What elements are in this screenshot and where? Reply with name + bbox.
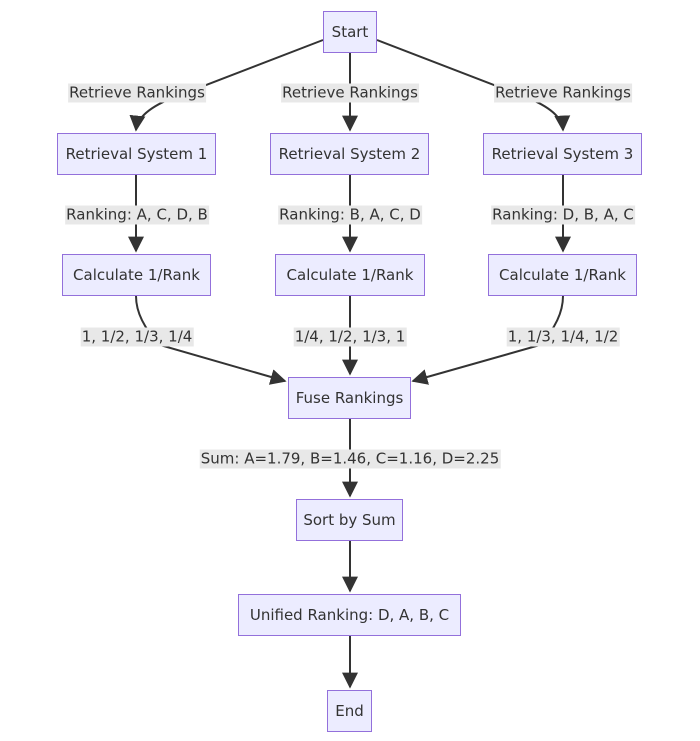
edge-label-ranking-2: Ranking: B, A, C, D <box>278 205 422 225</box>
node-fuse-rankings: Fuse Rankings <box>288 377 411 419</box>
node-calculate-2: Calculate 1/Rank <box>275 254 425 296</box>
edge-label-reciprocals-3: 1, 1/3, 1/4, 1/2 <box>506 327 620 347</box>
edge-label-reciprocals-2: 1/4, 1/2, 1/3, 1 <box>293 327 407 347</box>
node-unified-ranking: Unified Ranking: D, A, B, C <box>238 594 461 636</box>
node-end: End <box>327 690 372 732</box>
edge-label-retrieve-3: Retrieve Rankings <box>494 83 632 103</box>
edge-label-ranking-3: Ranking: D, B, A, C <box>491 205 635 225</box>
edge-label-retrieve-2: Retrieve Rankings <box>281 83 419 103</box>
edge-label-reciprocals-1: 1, 1/2, 1/3, 1/4 <box>80 327 194 347</box>
edge-label-ranking-1: Ranking: A, C, D, B <box>65 205 209 225</box>
node-retrieval-system-1: Retrieval System 1 <box>57 133 216 175</box>
node-sort-by-sum: Sort by Sum <box>296 499 403 541</box>
node-retrieval-system-3: Retrieval System 3 <box>483 133 642 175</box>
edge-label-retrieve-1: Retrieve Rankings <box>68 83 206 103</box>
edge-label-sum: Sum: A=1.79, B=1.46, C=1.16, D=2.25 <box>199 449 501 469</box>
node-calculate-1: Calculate 1/Rank <box>62 254 211 296</box>
node-retrieval-system-2: Retrieval System 2 <box>270 133 429 175</box>
node-calculate-3: Calculate 1/Rank <box>488 254 637 296</box>
node-start: Start <box>323 11 377 53</box>
